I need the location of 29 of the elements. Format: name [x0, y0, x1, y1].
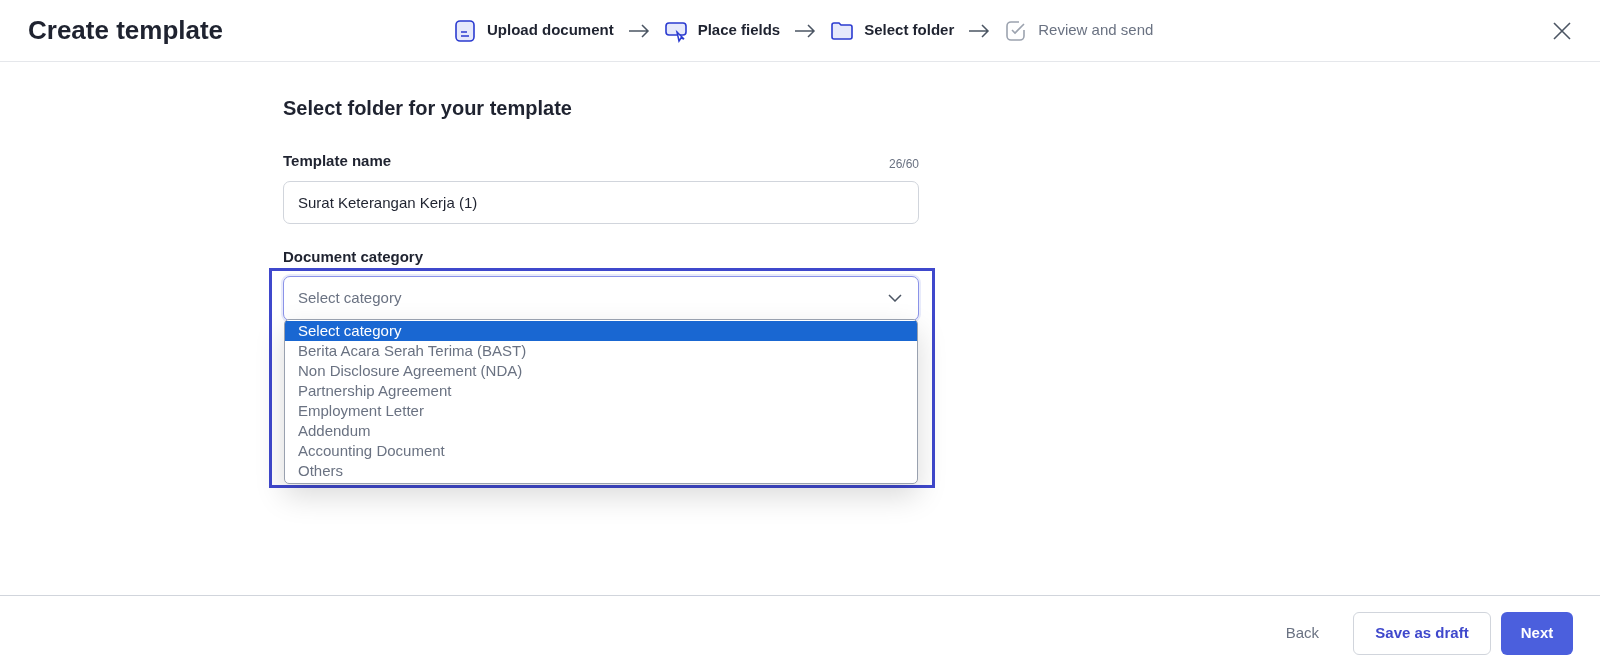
arrow-right-icon — [627, 23, 650, 38]
step-label: Place fields — [697, 20, 781, 41]
step-label: Upload document — [487, 20, 614, 41]
page-title: Create template — [28, 14, 225, 47]
step-label: Select folder — [864, 20, 955, 41]
dropdown-option[interactable]: Berita Acara Serah Terima (BAST) — [285, 340, 917, 361]
dropdown-option[interactable]: Select category — [285, 320, 917, 341]
next-button[interactable]: Next — [1501, 612, 1573, 655]
document-icon — [453, 18, 477, 43]
field-label: Template name — [283, 151, 392, 171]
section-heading: Select folder for your template — [283, 96, 573, 121]
dropdown-option[interactable]: Accounting Document — [285, 440, 917, 461]
arrow-right-icon — [968, 23, 991, 38]
field-label: Document category — [283, 247, 424, 265]
character-counter: 26/60 — [888, 155, 919, 173]
dropdown-placeholder: Select category — [298, 287, 402, 308]
back-button[interactable]: Back — [1267, 612, 1337, 655]
arrow-right-icon — [794, 23, 817, 38]
category-dropdown[interactable]: Select category — [283, 275, 919, 321]
dropdown-option[interactable]: Addendum — [285, 420, 917, 441]
dropdown-option[interactable]: Employment Letter — [285, 400, 917, 421]
step-label: Review and send — [1038, 20, 1154, 41]
dropdown-option[interactable]: Partnership Agreement — [285, 380, 917, 401]
dropdown-option[interactable]: Others — [285, 460, 917, 481]
save-draft-button[interactable]: Save as draft — [1353, 612, 1491, 655]
close-icon — [1552, 20, 1572, 41]
chevron-down-icon — [888, 294, 902, 302]
dropdown-option[interactable]: Non Disclosure Agreement (NDA) — [285, 360, 917, 381]
template-name-field[interactable]: Surat Keterangan Kerja (1) — [283, 180, 919, 224]
